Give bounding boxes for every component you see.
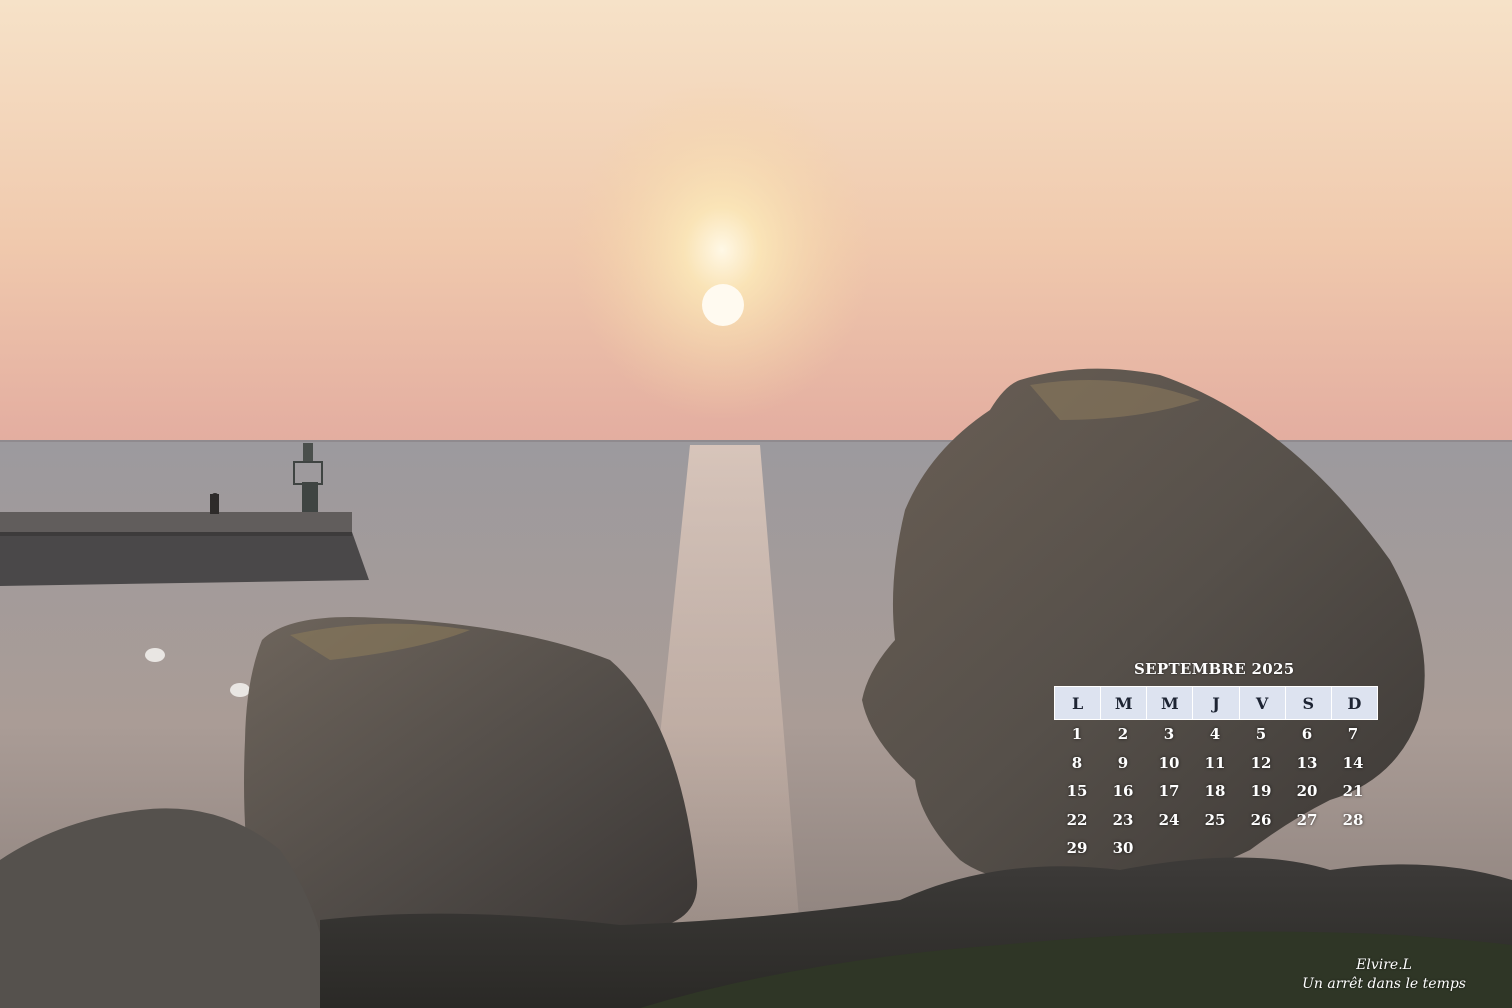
calendar-day (1146, 834, 1192, 863)
calendar-day: 4 (1209, 725, 1221, 744)
calendar-day: 26 (1250, 810, 1272, 829)
calendar-week-row: 29 30 (1054, 834, 1376, 863)
calendar-day: 21 (1342, 782, 1364, 801)
calendar-day: 8 (1071, 753, 1083, 772)
calendar-day: 20 (1296, 782, 1318, 801)
signature-name: Elvire.L (1356, 957, 1412, 973)
weekday-label: S (1286, 687, 1332, 719)
calendar-day: 24 (1158, 810, 1180, 829)
calendar-weekday-header: L M M J V S D (1054, 686, 1378, 720)
buoy (230, 683, 250, 697)
weekday-label: M (1147, 687, 1194, 719)
calendar-day: 15 (1066, 782, 1088, 801)
weekday-label: V (1240, 687, 1286, 719)
calendar-day (1284, 834, 1330, 863)
calendar-day: 27 (1296, 810, 1318, 829)
calendar-day: 14 (1342, 753, 1364, 772)
calendar-day: 23 (1112, 810, 1134, 829)
calendar-day: 18 (1204, 782, 1226, 801)
calendar-day: 13 (1296, 753, 1318, 772)
calendar-day: 10 (1158, 753, 1180, 772)
calendar-title: SEPTEMBRE 2025 (1134, 660, 1295, 678)
calendar-week-row: 22 23 24 25 26 27 28 (1054, 806, 1376, 835)
calendar-day: 3 (1163, 725, 1175, 744)
calendar-day (1238, 834, 1284, 863)
calendar-day: 19 (1250, 782, 1272, 801)
calendar-week-row: 15 16 17 18 19 20 21 (1054, 777, 1376, 806)
calendar-day: 2 (1117, 725, 1129, 744)
weekday-label: M (1101, 687, 1148, 719)
calendar-week-row: 8 9 10 11 12 13 14 (1054, 749, 1376, 778)
buoy (145, 648, 165, 662)
calendar-day: 9 (1117, 753, 1129, 772)
calendar-day: 17 (1158, 782, 1180, 801)
calendar-day: 11 (1204, 753, 1226, 772)
calendar-day: 28 (1342, 810, 1364, 829)
calendar-day: 7 (1347, 725, 1359, 744)
weekday-label: D (1347, 693, 1362, 713)
calendar-day: 5 (1255, 725, 1267, 744)
calendar-day: 12 (1250, 753, 1272, 772)
sun-glow (572, 80, 872, 420)
calendar-day: 16 (1112, 782, 1134, 801)
weekday-label: J (1193, 687, 1240, 719)
calendar-day: 30 (1112, 839, 1134, 858)
calendar-week-row: 1 2 3 4 5 6 7 (1054, 720, 1376, 749)
calendar-day (1192, 834, 1238, 863)
calendar-grid: 1 2 3 4 5 6 7 8 9 10 11 12 13 14 15 16 1… (1054, 720, 1376, 863)
calendar-day: 1 (1071, 725, 1083, 744)
sun (702, 284, 744, 326)
calendar-day (1330, 834, 1376, 863)
photographer-signature: Elvire.L Un arrêt dans le temps (1302, 956, 1466, 994)
calendar-day: 6 (1301, 725, 1313, 744)
calendar-day: 25 (1204, 810, 1226, 829)
signature-tagline: Un arrêt dans le temps (1302, 976, 1466, 992)
calendar-day: 29 (1066, 839, 1088, 858)
weekday-label: L (1055, 687, 1102, 719)
calendar-day: 22 (1066, 810, 1088, 829)
